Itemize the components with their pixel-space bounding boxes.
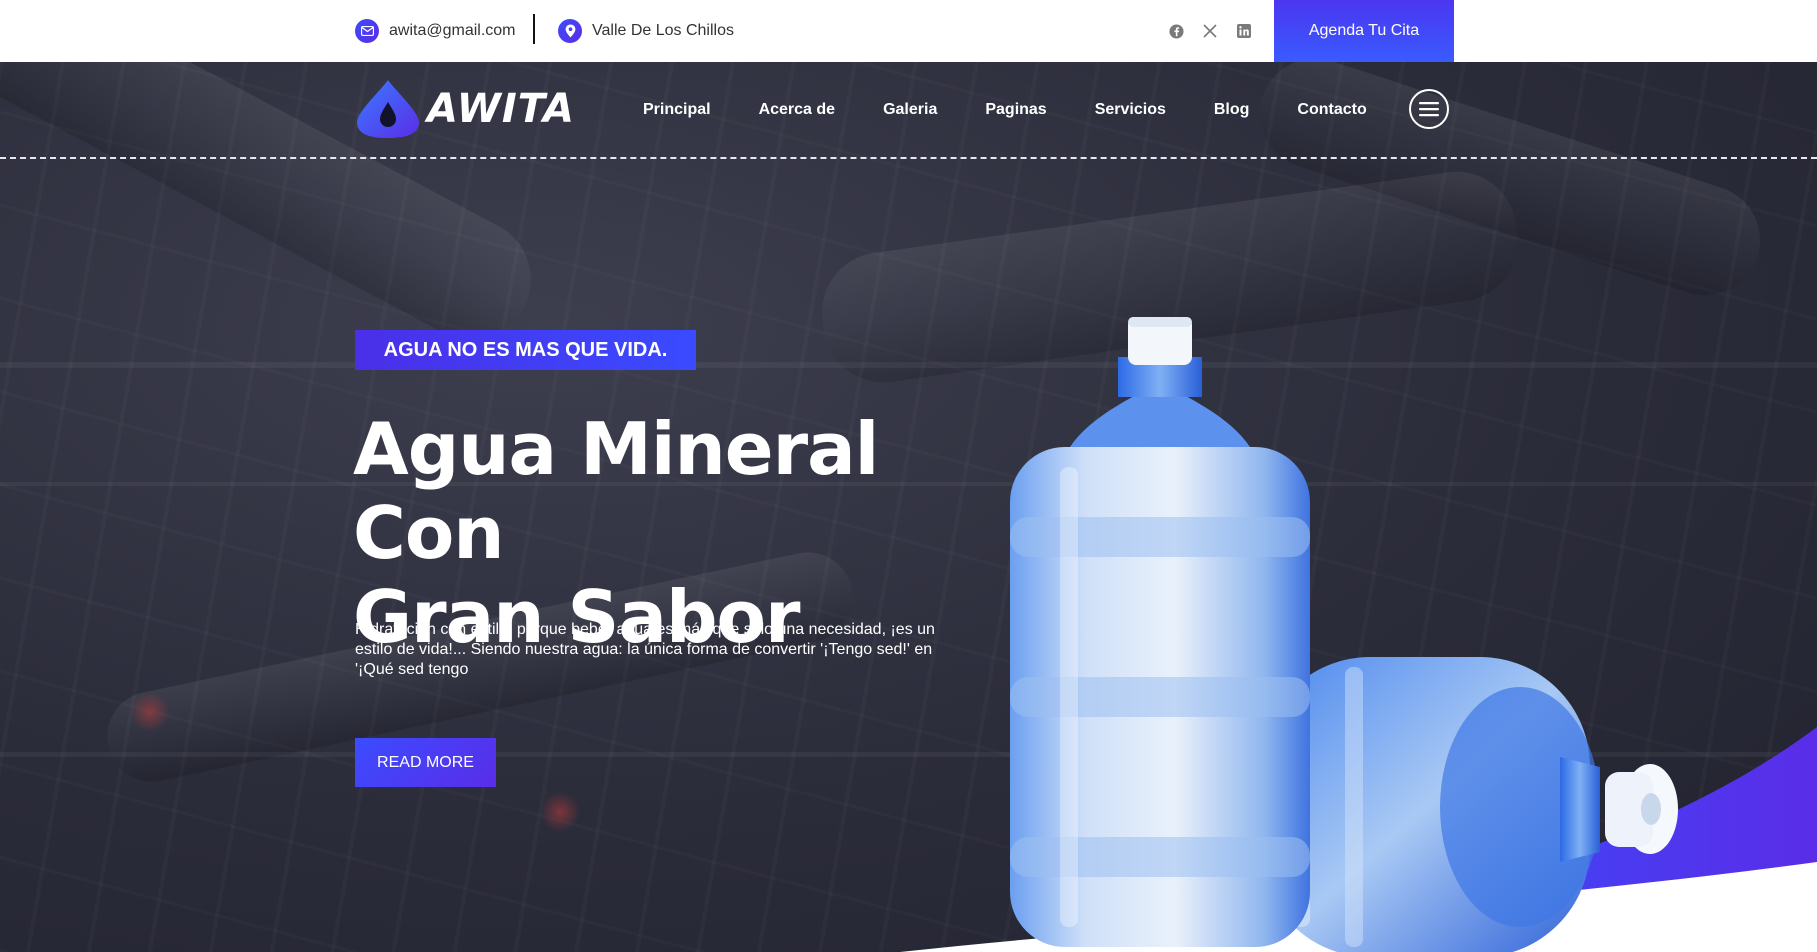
nav-link-contacto[interactable]: Contacto [1297,101,1366,119]
logo[interactable]: AWITA [355,78,575,140]
hero-headline-line-1: Agua Mineral Con [353,407,879,575]
logo-text: AWITA [427,86,575,132]
nav-link-servicios[interactable]: Servicios [1095,101,1166,119]
water-drop-logo-icon [357,80,419,138]
background-light [130,692,170,732]
linkedin-icon[interactable] [1236,23,1252,39]
nav-link-blog[interactable]: Blog [1214,101,1250,119]
hamburger-menu-icon[interactable] [1409,89,1449,129]
hero-tagline: AGUA NO ES MAS QUE VIDA. [355,330,696,370]
nav-links: Principal Acerca de Galeria Paginas Serv… [643,62,1415,158]
read-more-button[interactable]: READ MORE [355,738,496,787]
nav-link-paginas[interactable]: Paginas [985,101,1046,119]
email-text[interactable]: awita@gmail.com [389,22,516,40]
hero-section: AWITA Principal Acerca de Galeria Pagina… [0,62,1817,952]
main-navbar: AWITA Principal Acerca de Galeria Pagina… [0,62,1817,159]
water-bottles-image [1010,317,1678,952]
email-contact[interactable]: awita@gmail.com [355,0,516,62]
nav-link-galeria[interactable]: Galeria [883,101,937,119]
nav-link-acerca-de[interactable]: Acerca de [759,101,836,119]
map-pin-icon [558,19,582,43]
hero-description: Hidratación con estilo: porque beber agu… [355,621,935,678]
facebook-icon[interactable] [1168,23,1184,39]
social-links [1168,0,1252,62]
envelope-icon [355,19,379,43]
location-contact: Valle De Los Chillos [558,0,734,62]
topbar-separator [533,14,535,44]
book-appointment-button[interactable]: Agenda Tu Cita [1274,0,1454,62]
top-bar: awita@gmail.com Valle De Los Chillos Age… [0,0,1817,62]
background-light [540,792,580,832]
nav-link-principal[interactable]: Principal [643,101,711,119]
x-icon[interactable] [1202,23,1218,39]
location-text: Valle De Los Chillos [592,22,734,39]
nav-dashed-divider [0,157,1817,159]
